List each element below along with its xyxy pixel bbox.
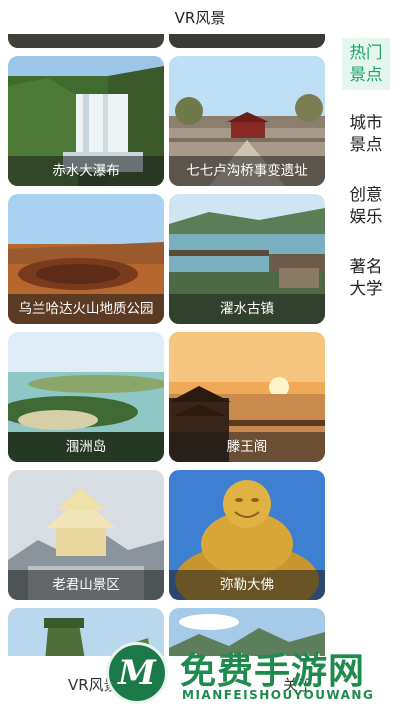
sidebar-item-label: 娱乐 [349,207,383,226]
app-title: VR风景 [174,8,226,27]
sidebar-item-label: 景点 [349,65,383,84]
scenic-card-label: 赤水大瀑布 [8,156,164,186]
scenic-card[interactable]: 滕王阁 [169,332,325,462]
sidebar-item-popular[interactable]: 热门 景点 [342,38,390,90]
scenic-card-label [8,34,164,48]
scenic-card-label: 滕王阁 [169,432,325,462]
watermark-title: 免费手游网 [180,651,366,692]
scenic-card-label: 老君山景区 [8,570,164,600]
scenic-card-label: 涠洲岛 [8,432,164,462]
scenic-card-label: 七七卢沟桥事变遗址 [169,156,325,186]
scenic-card[interactable] [8,34,164,48]
watermark-subtitle: MIANFEISHOUYOUWANG [182,688,375,702]
scenic-card[interactable]: 老君山景区 [8,470,164,600]
scenic-card[interactable]: 濯水古镇 [169,194,325,324]
sidebar-item-label: 城市 [349,113,383,132]
category-sidebar: 热门 景点 城市 景点 创意 娱乐 著名 大学 [334,34,400,656]
sidebar-item-creative[interactable]: 创意 娱乐 [342,180,390,232]
watermark-logo-letter: M [118,653,156,693]
sidebar-item-university[interactable]: 著名 大学 [342,252,390,304]
sidebar-item-label: 大学 [349,279,383,298]
sidebar-item-label: 创意 [349,185,383,204]
watermark: M 免费手游网 MIANFEISHOUYOUWANG [102,640,400,711]
scenic-card-label: 弥勒大佛 [169,570,325,600]
scenic-card[interactable]: 赤水大瀑布 [8,56,164,186]
scenic-card[interactable]: 乌兰哈达火山地质公园 [8,194,164,324]
sidebar-item-label: 著名 [349,257,383,276]
scenic-card[interactable]: 七七卢沟桥事变遗址 [169,56,325,186]
scenic-card[interactable] [169,34,325,48]
scenic-card[interactable]: 弥勒大佛 [169,470,325,600]
sidebar-item-label: 热门 [349,43,383,62]
scenic-card[interactable]: 涠洲岛 [8,332,164,462]
scenic-card-label: 濯水古镇 [169,294,325,324]
sidebar-item-label: 景点 [349,135,383,154]
app-title-bar: VR风景 [0,0,400,34]
scenic-grid[interactable]: 赤水大瀑布 七七卢沟桥事变遗址 乌兰哈达火山地质公园 濯水古镇 涠洲岛 滕王阁 … [0,34,334,656]
scenic-card-label [169,34,325,48]
scenic-card-label: 乌兰哈达火山地质公园 [8,294,164,324]
watermark-logo-icon: M [106,642,168,704]
sidebar-item-city[interactable]: 城市 景点 [342,108,390,160]
